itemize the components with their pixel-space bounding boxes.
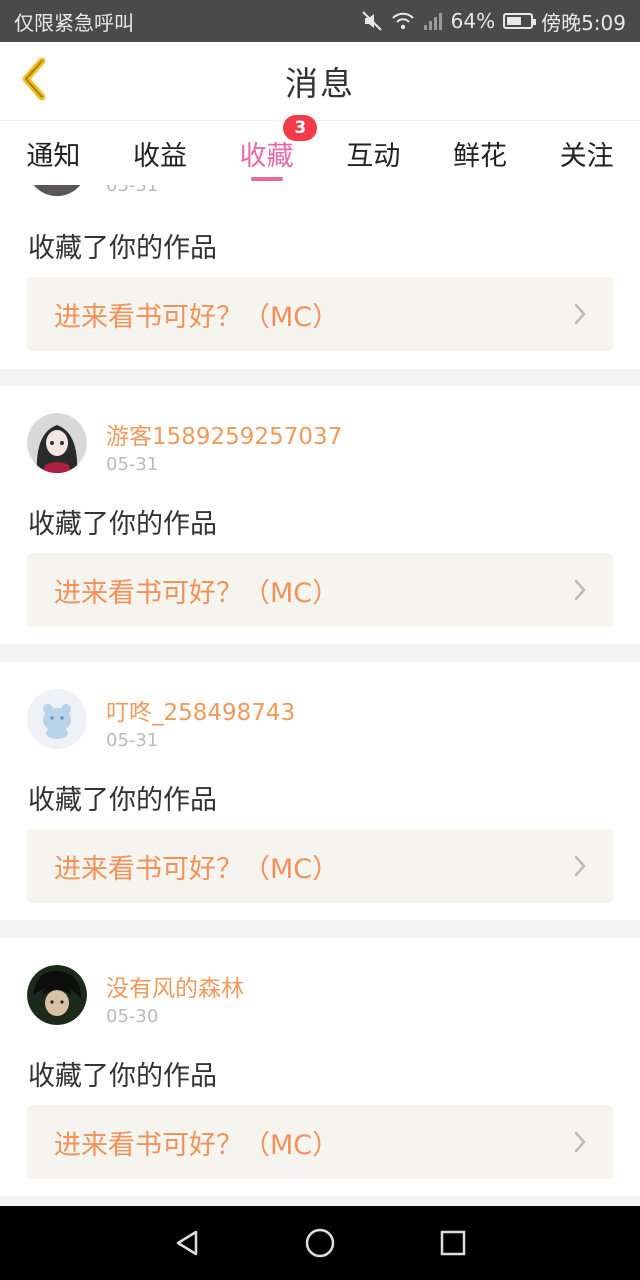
message-card: 游客1589259257037 05-31 收藏了你的作品 进来看书可好？（MC… <box>0 386 640 644</box>
chevron-right-icon <box>573 854 587 878</box>
tab-earnings[interactable]: 收益 <box>107 121 214 185</box>
user-avatar[interactable] <box>27 413 87 473</box>
back-triangle-icon[interactable] <box>157 1213 217 1273</box>
mute-icon <box>361 10 383 32</box>
tab-bar: 通知 收益 收藏 3 互动 鲜花 关注 <box>0 115 640 185</box>
work-title: 进来看书可好？（MC） <box>54 853 340 885</box>
action-text: 收藏了你的作品 <box>28 509 217 540</box>
user-avatar[interactable] <box>27 185 87 196</box>
tab-label: 互动 <box>346 140 401 172</box>
tab-label: 收益 <box>133 140 187 172</box>
chevron-left-icon <box>18 57 50 105</box>
status-right: 64% 傍晚5:09 <box>361 7 626 36</box>
tab-interactions[interactable]: 互动 <box>320 121 427 185</box>
action-text: 收藏了你的作品 <box>28 1061 217 1092</box>
action-text: 收藏了你的作品 <box>28 785 217 816</box>
user-name[interactable]: 叮咚_258498743 <box>106 693 295 727</box>
tab-follows[interactable]: 关注 <box>533 121 640 185</box>
message-date: 05-31 <box>106 185 159 196</box>
tab-label: 收藏 <box>239 140 294 172</box>
home-circle-icon[interactable] <box>290 1213 350 1273</box>
work-link[interactable]: 进来看书可好？（MC） <box>27 277 613 351</box>
work-link[interactable]: 进来看书可好？（MC） <box>27 553 613 627</box>
user-name[interactable]: 游客1589259257037 <box>106 417 342 451</box>
message-card: 没有风的森林 05-30 收藏了你的作品 进来看书可好？（MC） <box>0 938 640 1196</box>
back-button[interactable] <box>14 57 54 105</box>
tab-label: 关注 <box>559 140 614 172</box>
user-avatar[interactable] <box>27 965 87 1025</box>
signal-icon <box>423 11 443 31</box>
work-title: 进来看书可好？（MC） <box>54 1129 340 1161</box>
work-link[interactable]: 进来看书可好？（MC） <box>27 1105 613 1179</box>
action-text: 收藏了你的作品 <box>28 233 217 264</box>
active-tab-indicator <box>250 177 283 181</box>
chevron-right-icon <box>573 1130 587 1154</box>
user-avatar[interactable] <box>27 689 87 749</box>
tab-label: 鲜花 <box>453 140 508 172</box>
page-title: 消息 <box>285 64 355 103</box>
message-date: 05-30 <box>106 1006 159 1027</box>
chevron-right-icon <box>573 578 587 602</box>
battery-percent: 64% <box>450 9 496 33</box>
tab-flowers[interactable]: 鲜花 <box>427 121 534 185</box>
tab-notifications[interactable]: 通知 <box>0 121 107 185</box>
message-date: 05-31 <box>106 730 159 751</box>
message-date: 05-31 <box>106 454 159 475</box>
unread-badge: 3 <box>283 115 318 141</box>
recents-square-icon[interactable] <box>423 1213 483 1273</box>
header: 消息 <box>0 42 640 121</box>
message-card: 05-31 收藏了你的作品 进来看书可好？（MC） <box>0 185 640 369</box>
carrier-text: 仅限紧急呼叫 <box>14 10 134 35</box>
message-card: 叮咚_258498743 05-31 收藏了你的作品 进来看书可好？（MC） <box>0 662 640 920</box>
messages-screen: 仅限紧急呼叫 64% 傍晚5:09 消息 通知 收益 收藏 3 互动 鲜花 关注… <box>0 0 640 1280</box>
chevron-right-icon <box>573 302 587 326</box>
work-link[interactable]: 进来看书可好？（MC） <box>27 829 613 903</box>
status-bar: 仅限紧急呼叫 64% 傍晚5:09 <box>0 0 640 42</box>
battery-icon <box>503 13 537 29</box>
system-nav-bar <box>0 1206 640 1280</box>
work-title: 进来看书可好？（MC） <box>54 301 340 333</box>
tab-label: 通知 <box>26 140 81 172</box>
work-title: 进来看书可好？（MC） <box>54 577 340 609</box>
message-list[interactable]: 05-31 收藏了你的作品 进来看书可好？（MC） 游客158925925703… <box>0 185 640 1206</box>
clock: 傍晚5:09 <box>541 10 626 35</box>
tab-favorites[interactable]: 收藏 3 <box>213 115 320 185</box>
user-name[interactable]: 没有风的森林 <box>106 969 244 1003</box>
wifi-icon <box>391 11 415 31</box>
